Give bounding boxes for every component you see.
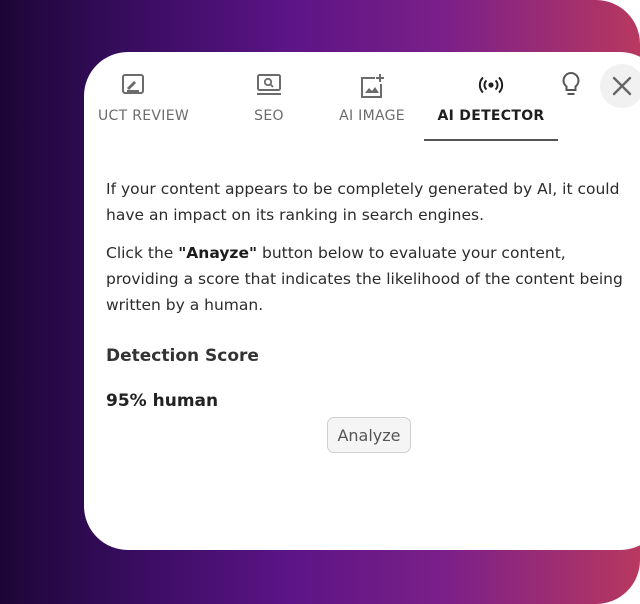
broadcast-icon [424, 72, 558, 100]
tab-ai-detector[interactable]: AI DETECTOR [424, 72, 558, 142]
tab-label: SEO [254, 108, 284, 124]
active-tab-indicator [424, 139, 558, 141]
detection-score-heading: Detection Score [106, 346, 259, 366]
seo-monitor-icon [234, 72, 304, 100]
analyze-button[interactable]: Analyze [327, 417, 411, 453]
tab-ai-image[interactable]: AI IMAGE [334, 72, 410, 142]
instruction-button-name: "Anayze" [178, 244, 258, 262]
review-icon [98, 72, 208, 100]
lightbulb-icon[interactable] [558, 70, 584, 98]
tab-bar: UCT REVIEW SEO AI IMAGE AI DETECTOR [84, 52, 640, 142]
tab-product-review[interactable]: UCT REVIEW [98, 72, 208, 142]
tab-label: AI IMAGE [339, 108, 405, 124]
intro-text: If your content appears to be completely… [106, 180, 620, 224]
ai-detector-panel: UCT REVIEW SEO AI IMAGE AI DETECTOR If y… [84, 52, 640, 550]
tab-label: AI DETECTOR [437, 108, 545, 124]
tab-seo[interactable]: SEO [234, 72, 304, 142]
close-icon [612, 76, 632, 96]
add-image-icon [334, 72, 410, 100]
detector-description: If your content appears to be completely… [106, 176, 636, 330]
close-button[interactable] [600, 64, 640, 108]
tab-label: UCT REVIEW [98, 108, 189, 124]
instruction-text: Click the "Anayze" button below to evalu… [106, 240, 636, 318]
instruction-prefix: Click the [106, 244, 179, 262]
detection-score-value: 95% human [106, 391, 219, 411]
gradient-background: UCT REVIEW SEO AI IMAGE AI DETECTOR If y… [0, 0, 640, 604]
